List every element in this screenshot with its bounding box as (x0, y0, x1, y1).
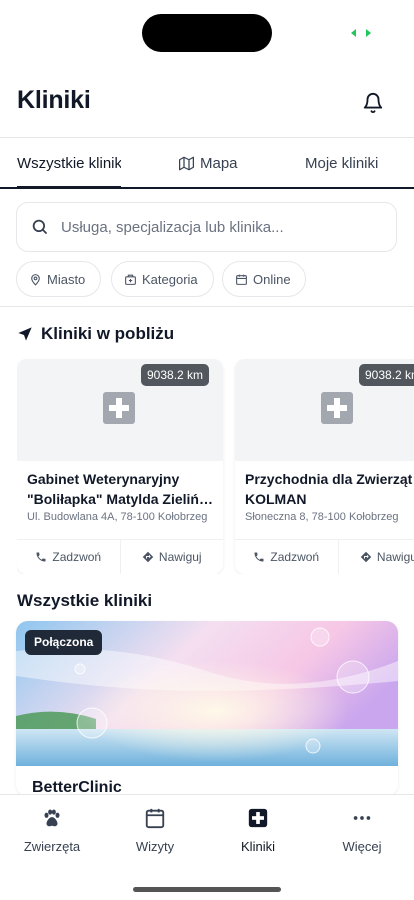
card-actions: Zadzwoń Nawiguj (17, 539, 223, 574)
call-button[interactable]: Zadzwoń (17, 540, 121, 574)
navigate-label: Nawiguj (158, 550, 202, 564)
section-all-title: Wszystkie kliniki (17, 591, 153, 610)
tab-label: Moje kliniki (305, 154, 379, 172)
header: Kliniki (0, 72, 414, 138)
navigate-button[interactable]: Nawiguj (121, 540, 224, 574)
clinic-name: Przychodnia dla Zwierząt KOLMAN (245, 469, 414, 509)
directions-icon (142, 551, 154, 563)
phone-icon (254, 552, 264, 562)
filter-city[interactable]: Miasto (16, 261, 101, 297)
distance-badge: 9038.2 km (359, 364, 414, 386)
call-button[interactable]: Zadzwoń (235, 540, 339, 574)
page-title: Kliniki (17, 86, 91, 114)
featured-clinic-card[interactable]: Połączona BetterClinic (16, 621, 398, 796)
card-actions: Zadzwoń Nawiguj (235, 539, 414, 574)
call-label: Zadzwoń (270, 550, 320, 564)
map-pin-icon (31, 273, 40, 286)
clinic-name-line: Przychodnia dla Zwierząt (245, 471, 413, 487)
directions-icon (360, 551, 372, 563)
filter-category[interactable]: Kategoria (111, 261, 214, 297)
phone-icon (36, 552, 46, 562)
nav-label: Wizyty (135, 839, 175, 854)
clinic-name-line: "Boliłapka" Matylda Zielińska (27, 491, 217, 507)
clinic-name-line: Gabinet Weterynaryjny (27, 471, 180, 487)
tab-label: Wszystkie kliniki (17, 154, 121, 172)
calendar-icon (145, 808, 165, 829)
clinic-address: Ul. Budowlana 4A, 78-100 Kołobrzeg (27, 511, 208, 523)
clinic-image-placeholder: 9038.2 km (235, 359, 414, 461)
search-bar[interactable] (16, 202, 397, 252)
tab-all-clinics[interactable]: Wszystkie kliniki (17, 139, 121, 187)
bell-icon[interactable] (362, 92, 384, 114)
calendar-icon (236, 274, 247, 285)
search-icon (32, 219, 47, 234)
clinic-address: Słoneczna 8, 78-100 Kołobrzeg (245, 511, 399, 523)
tab-my-clinics[interactable]: Moje kliniki (305, 139, 378, 187)
tab-bar: Wszystkie kliniki Mapa Moje kliniki (0, 139, 414, 189)
navigate-label: Nawiguj (376, 550, 414, 564)
filter-label: Miasto (47, 271, 86, 287)
search-input[interactable] (61, 218, 371, 236)
connected-badge: Połączona (25, 630, 103, 655)
map-icon (179, 156, 194, 170)
section-nearby-title: Kliniki w pobliżu (17, 324, 174, 344)
nav-visits[interactable]: Wizyty (110, 807, 200, 854)
category-icon (125, 274, 136, 285)
nav-label: Więcej (342, 839, 382, 854)
clinic-cross-icon (248, 808, 268, 828)
location-arrow-icon (18, 327, 32, 341)
section-title: Kliniki w pobliżu (41, 324, 175, 343)
bottom-navigation: Zwierzęta Wizyty Kliniki Więcej (0, 794, 414, 900)
distance-badge: 9038.2 km (141, 364, 210, 386)
filter-label: Kategoria (142, 271, 198, 287)
dynamic-island (142, 14, 272, 52)
paw-icon (44, 809, 60, 827)
clinic-card[interactable]: 9038.2 km Gabinet Weterynaryjny "Boliłap… (17, 359, 223, 574)
call-label: Zadzwoń (52, 550, 102, 564)
status-indicator-icon (351, 29, 371, 37)
nav-clinics[interactable]: Kliniki (213, 807, 303, 854)
medical-cross-icon (103, 392, 135, 424)
clinic-name: Gabinet Weterynaryjny "Boliłapka" Matyld… (27, 469, 217, 509)
nearby-clinics-carousel[interactable]: 9038.2 km Gabinet Weterynaryjny "Boliłap… (17, 359, 414, 574)
nav-pets[interactable]: Zwierzęta (7, 807, 97, 854)
clinic-card[interactable]: 9038.2 km Przychodnia dla Zwierząt KOLMA… (235, 359, 414, 574)
clinic-name-line: KOLMAN (245, 491, 307, 507)
home-indicator[interactable] (133, 887, 281, 892)
navigate-button[interactable]: Nawiguj (339, 540, 414, 574)
more-dots-icon (353, 816, 371, 820)
nav-label: Zwierzęta (23, 839, 81, 854)
nav-label: Kliniki (241, 839, 275, 854)
tab-map[interactable]: Mapa (179, 139, 238, 187)
filter-label: Online (253, 271, 291, 287)
medical-cross-icon (321, 392, 353, 424)
clinic-image-placeholder: 9038.2 km (17, 359, 223, 461)
nav-more[interactable]: Więcej (317, 807, 407, 854)
tab-label: Mapa (200, 154, 238, 172)
divider (0, 306, 414, 307)
filter-online[interactable]: Online (222, 261, 306, 297)
